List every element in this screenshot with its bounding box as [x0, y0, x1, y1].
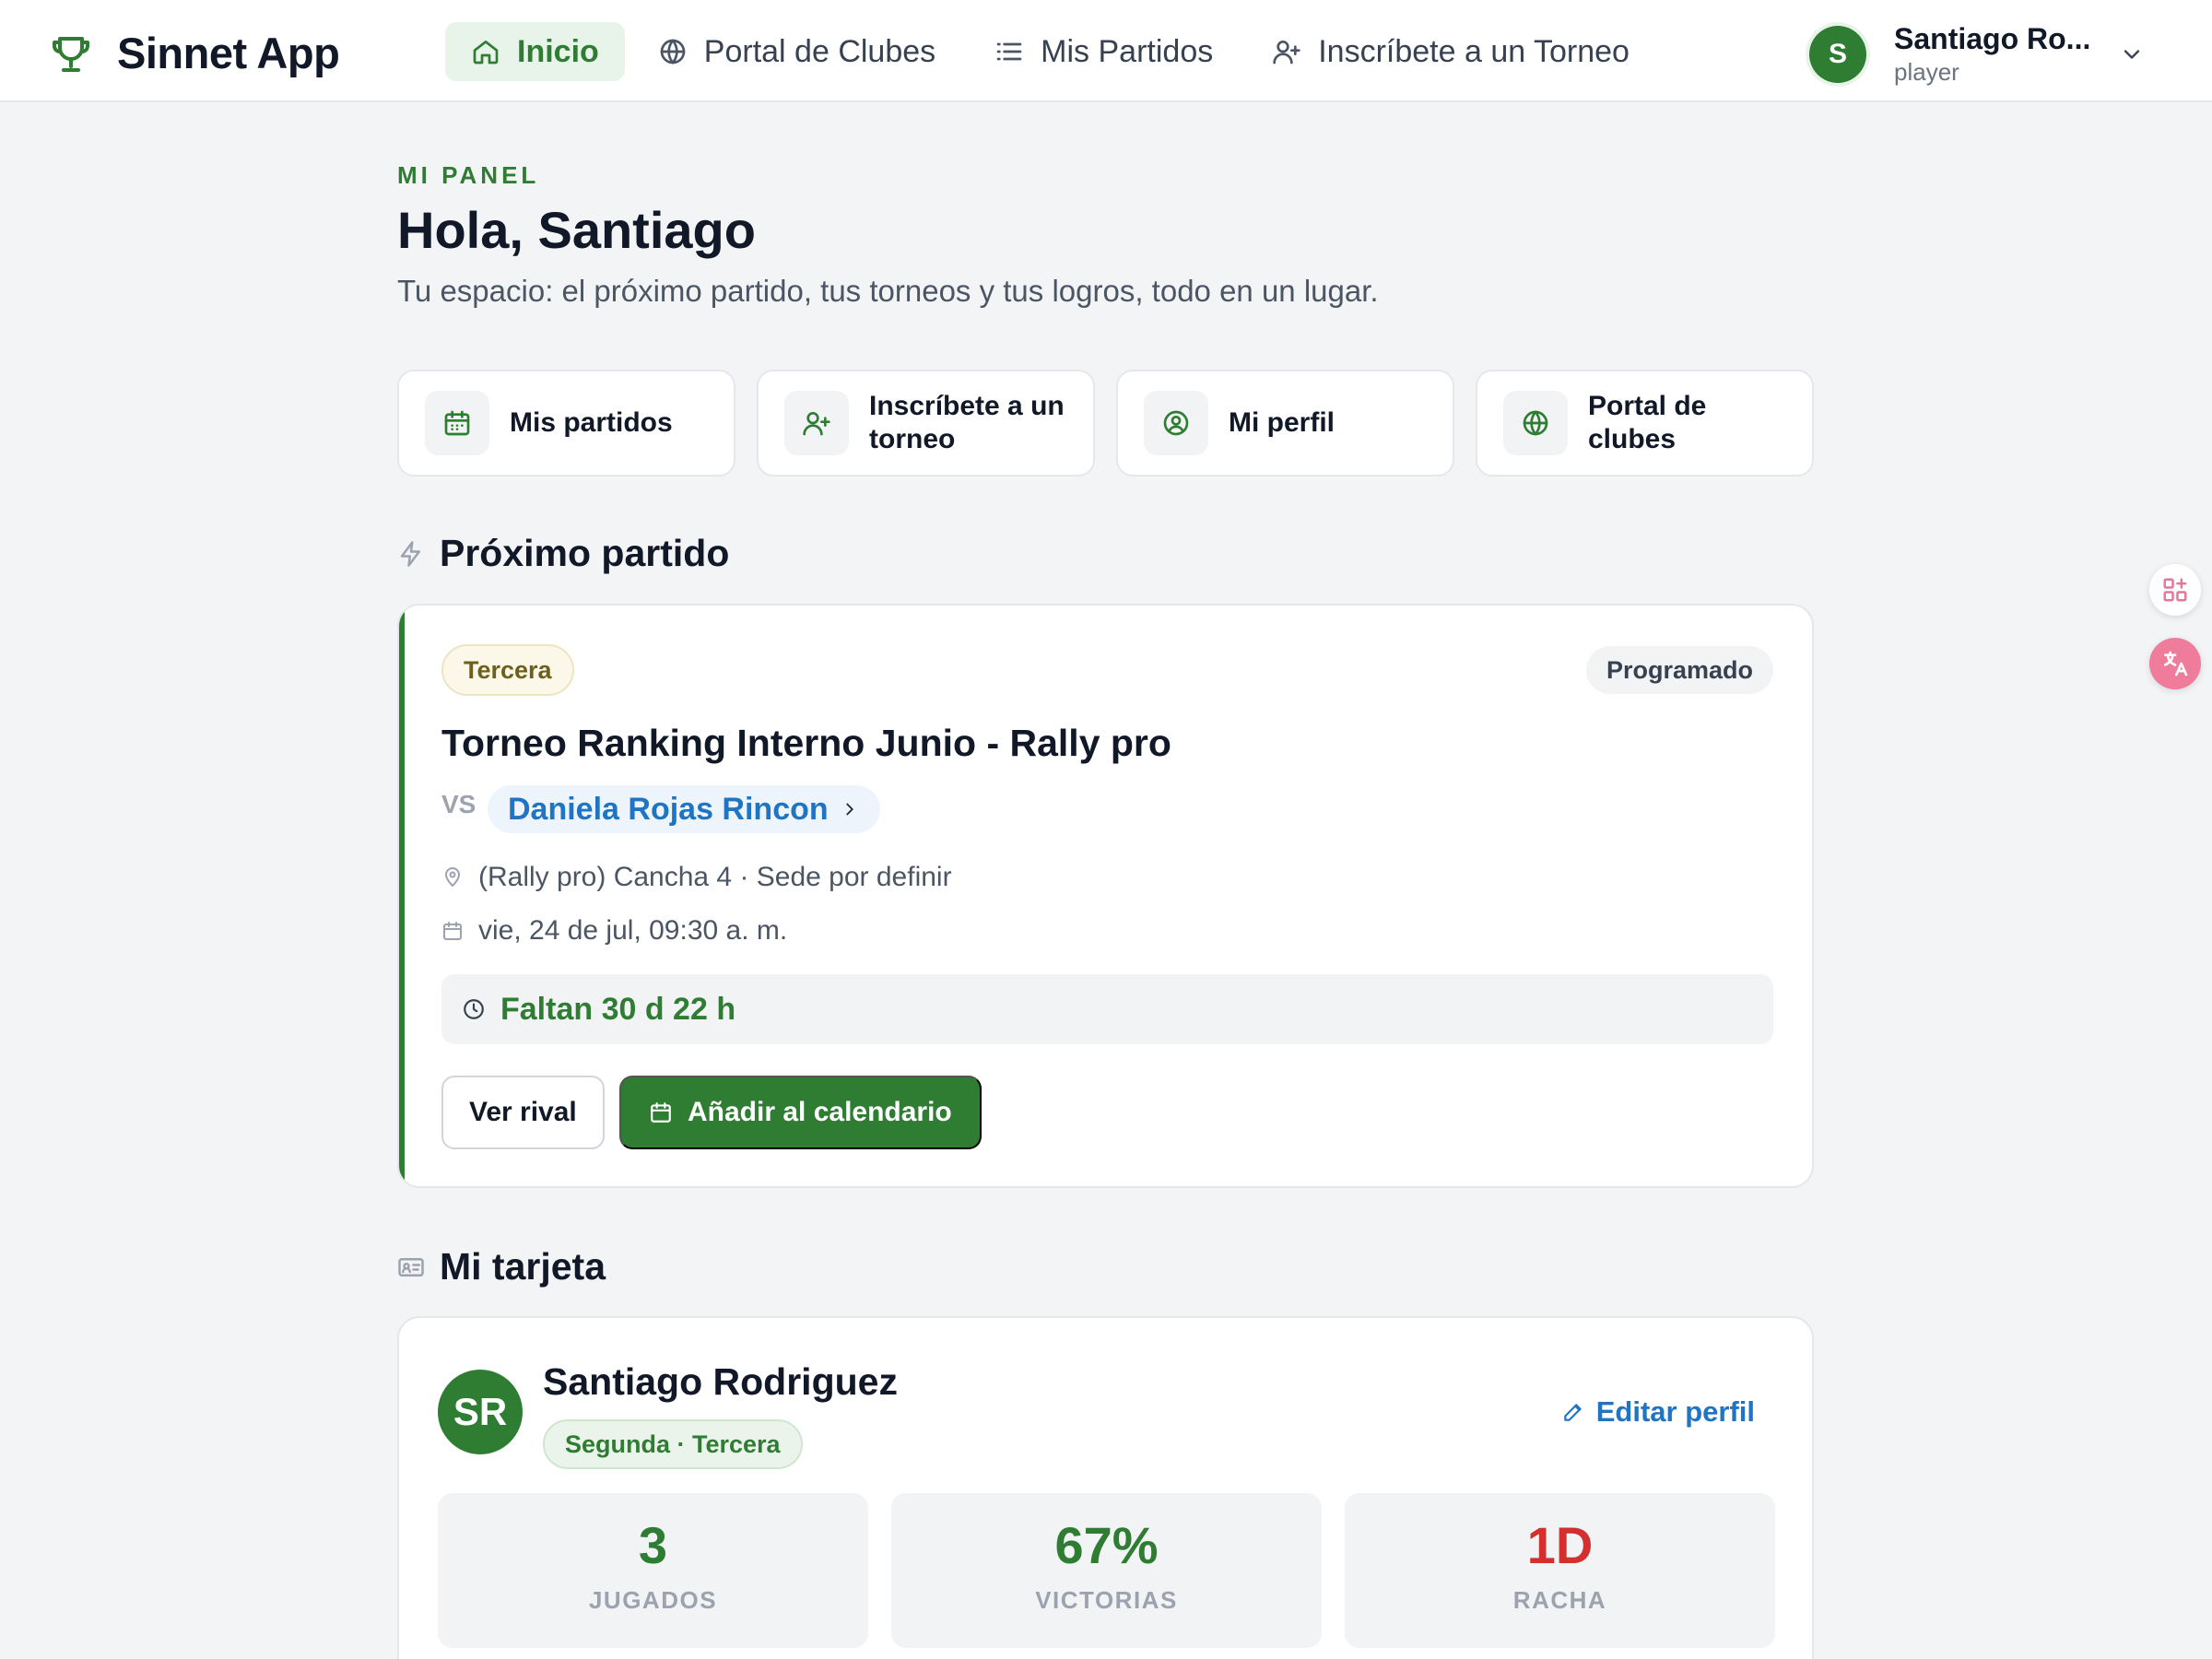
nav-link-label: Inscríbete a un Torneo: [1318, 33, 1630, 69]
nav-link-inicio[interactable]: Inicio: [445, 22, 625, 81]
section-header-next-match: Próximo partido: [397, 532, 729, 575]
quick-link-mis-partidos[interactable]: Mis partidos: [397, 370, 735, 477]
user-circle-icon: [1163, 410, 1189, 436]
avatar: SR: [438, 1370, 523, 1454]
status-badge: Programado: [1585, 646, 1773, 694]
location-text: (Rally pro) Cancha 4 · Sede por definir: [478, 862, 952, 892]
user-plus-icon: [1273, 41, 1300, 65]
section-header-player-card: Mi tarjeta: [397, 1245, 606, 1288]
chevron-down-icon[interactable]: [2119, 41, 2145, 67]
match-location: (Rally pro) Cancha 4 · Sede por definir: [441, 862, 952, 893]
edit-profile-label: Editar perfil: [1595, 1395, 1755, 1428]
player-card: SR Santiago Rodriguez Segunda · Tercera …: [397, 1316, 1814, 1659]
user-menu[interactable]: S Santiago Ro... player: [1809, 22, 2145, 87]
chevron-right-icon: [845, 803, 853, 816]
button-label: Añadir al calendario: [688, 1097, 952, 1127]
stat-label: JUGADOS: [588, 1586, 718, 1614]
rival-link[interactable]: Daniela Rojas Rincon: [488, 785, 880, 833]
translate-widget-button[interactable]: [2149, 638, 2201, 689]
list-icon: [996, 42, 1022, 61]
stat-streak: 1D RACHA: [1345, 1493, 1775, 1648]
nav-link-label: Inicio: [517, 33, 599, 69]
nav-link-inscribete-torneo[interactable]: Inscríbete a un Torneo: [1246, 22, 1655, 81]
quick-link-icon-box: [784, 391, 849, 455]
section-title: Mi tarjeta: [440, 1245, 606, 1288]
quick-link-icon-box: [1144, 391, 1208, 455]
edit-profile-link[interactable]: Editar perfil: [1561, 1395, 1755, 1429]
countdown-text: Faltan 30 d 22 h: [500, 991, 736, 1027]
user-role: player: [1894, 58, 1959, 86]
stat-win-rate: 67% VICTORIAS: [891, 1493, 1322, 1648]
vs-label: VS: [441, 790, 477, 818]
stat-value: 1D: [1526, 1516, 1594, 1574]
calendar-icon: [443, 922, 462, 940]
avatar: S: [1809, 26, 1866, 83]
stat-value: 67%: [1054, 1516, 1159, 1574]
page-subtitle: Tu espacio: el próximo partido, tus torn…: [397, 274, 1379, 308]
nav-link-label: Portal de Clubes: [703, 33, 936, 69]
quick-link-mi-perfil[interactable]: Mi perfil: [1116, 370, 1454, 477]
match-title: Torneo Ranking Interno Junio - Rally pro: [441, 722, 1171, 764]
stat-played: 3 JUGADOS: [438, 1493, 868, 1648]
quick-link-label: Inscríbete a un torneo: [869, 391, 1065, 454]
clock-icon: [464, 999, 484, 1019]
top-navbar: Sinnet App Inicio Portal de Clubes Mis P…: [0, 0, 2212, 102]
apps-widget-button[interactable]: [2149, 564, 2201, 616]
lightning-icon: [400, 540, 420, 567]
id-card-icon: [398, 1257, 424, 1277]
edit-icon: [1563, 1404, 1582, 1421]
category-badge: Segunda · Tercera: [543, 1419, 803, 1469]
globe-icon: [660, 39, 686, 65]
apps-sparkle-icon: [2163, 578, 2187, 602]
match-datetime: vie, 24 de jul, 09:30 a. m.: [441, 915, 787, 947]
add-to-calendar-button[interactable]: Añadir al calendario: [619, 1076, 982, 1149]
section-title: Próximo partido: [440, 532, 730, 574]
datetime-text: vie, 24 de jul, 09:30 a. m.: [478, 915, 788, 946]
nav-link-portal-clubes[interactable]: Portal de Clubes: [632, 22, 961, 81]
card-accent-bar: [399, 606, 405, 1186]
view-rival-button[interactable]: Ver rival: [441, 1076, 605, 1149]
countdown-bar: Faltan 30 d 22 h: [441, 974, 1773, 1044]
quick-link-label: Mis partidos: [510, 407, 673, 438]
quick-link-label: Mi perfil: [1229, 407, 1335, 438]
page-title: Hola, Santiago: [397, 201, 756, 259]
category-badge: Tercera: [441, 644, 574, 696]
stat-value: 3: [638, 1516, 668, 1574]
quick-link-label: Portal de clubes: [1588, 391, 1707, 454]
user-name: Santiago Ro...: [1894, 22, 2091, 55]
main-nav: Inicio Portal de Clubes Mis Partidos Ins…: [445, 22, 1663, 81]
nav-link-label: Mis Partidos: [1041, 33, 1214, 69]
stats-row: 3 JUGADOS 67% VICTORIAS 1D RACHA: [438, 1493, 1775, 1648]
page-eyebrow: MI PANEL: [397, 161, 540, 189]
map-pin-icon: [445, 867, 460, 887]
calendar-icon: [444, 410, 470, 436]
home-icon: [473, 41, 499, 65]
app-name: Sinnet App: [117, 29, 340, 77]
calendar-icon: [651, 1102, 671, 1123]
user-plus-icon: [803, 412, 830, 436]
player-name: Santiago Rodriguez: [543, 1360, 898, 1403]
nav-link-mis-partidos[interactable]: Mis Partidos: [969, 22, 1239, 81]
globe-icon: [1523, 410, 1548, 436]
rival-name: Daniela Rojas Rincon: [508, 791, 829, 827]
quick-link-portal-clubes[interactable]: Portal de clubes: [1476, 370, 1814, 477]
translate-icon: [2164, 651, 2188, 677]
quick-links: Mis partidos Inscríbete a un torneo Mi p…: [397, 370, 1814, 477]
user-info: Santiago Ro... player: [1894, 22, 2102, 87]
quick-link-icon-box: [425, 391, 489, 455]
quick-link-inscribete-torneo[interactable]: Inscríbete a un torneo: [757, 370, 1095, 477]
stat-label: RACHA: [1512, 1586, 1607, 1614]
next-match-card: Tercera Programado Torneo Ranking Intern…: [397, 604, 1814, 1188]
trophy-icon: [53, 36, 89, 72]
stat-label: VICTORIAS: [1035, 1586, 1178, 1614]
quick-link-icon-box: [1503, 391, 1568, 455]
brand-logo[interactable]: Sinnet App: [49, 28, 340, 78]
